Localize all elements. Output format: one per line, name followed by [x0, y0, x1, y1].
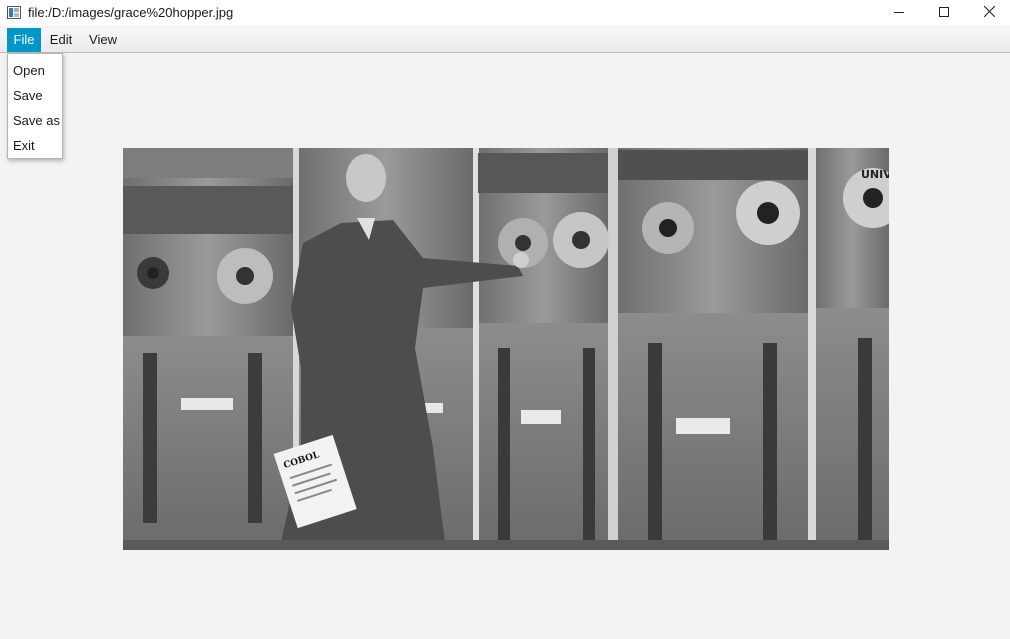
- minimize-button[interactable]: [876, 0, 922, 26]
- menu-item-exit[interactable]: Exit: [8, 133, 62, 158]
- tape-cabinets: UNIVAC: [123, 148, 889, 550]
- title-bar: file:/D:/images/grace%20hopper.jpg: [0, 0, 1010, 26]
- menu-item-save[interactable]: Save: [8, 83, 62, 108]
- photo-illustration: UNIVAC COBOL: [123, 148, 889, 550]
- app-icon: [7, 6, 21, 19]
- menu-edit[interactable]: Edit: [44, 28, 78, 52]
- menu-view[interactable]: View: [84, 28, 122, 52]
- file-menu-dropdown: Open Save Save as Exit: [7, 53, 63, 159]
- image-view: UNIVAC COBOL: [123, 148, 889, 550]
- menu-file[interactable]: File: [7, 28, 41, 52]
- maximize-icon: [939, 4, 949, 22]
- minimize-icon: [894, 4, 904, 22]
- menu-bar: File Edit View: [0, 28, 1010, 53]
- close-button[interactable]: [966, 0, 1010, 26]
- window-title: file:/D:/images/grace%20hopper.jpg: [28, 5, 234, 20]
- menu-item-open[interactable]: Open: [8, 58, 62, 83]
- maximize-button[interactable]: [921, 0, 967, 26]
- close-icon: [983, 4, 995, 22]
- menu-item-save-as[interactable]: Save as: [8, 108, 62, 133]
- univac-label: UNIVAC: [861, 168, 889, 181]
